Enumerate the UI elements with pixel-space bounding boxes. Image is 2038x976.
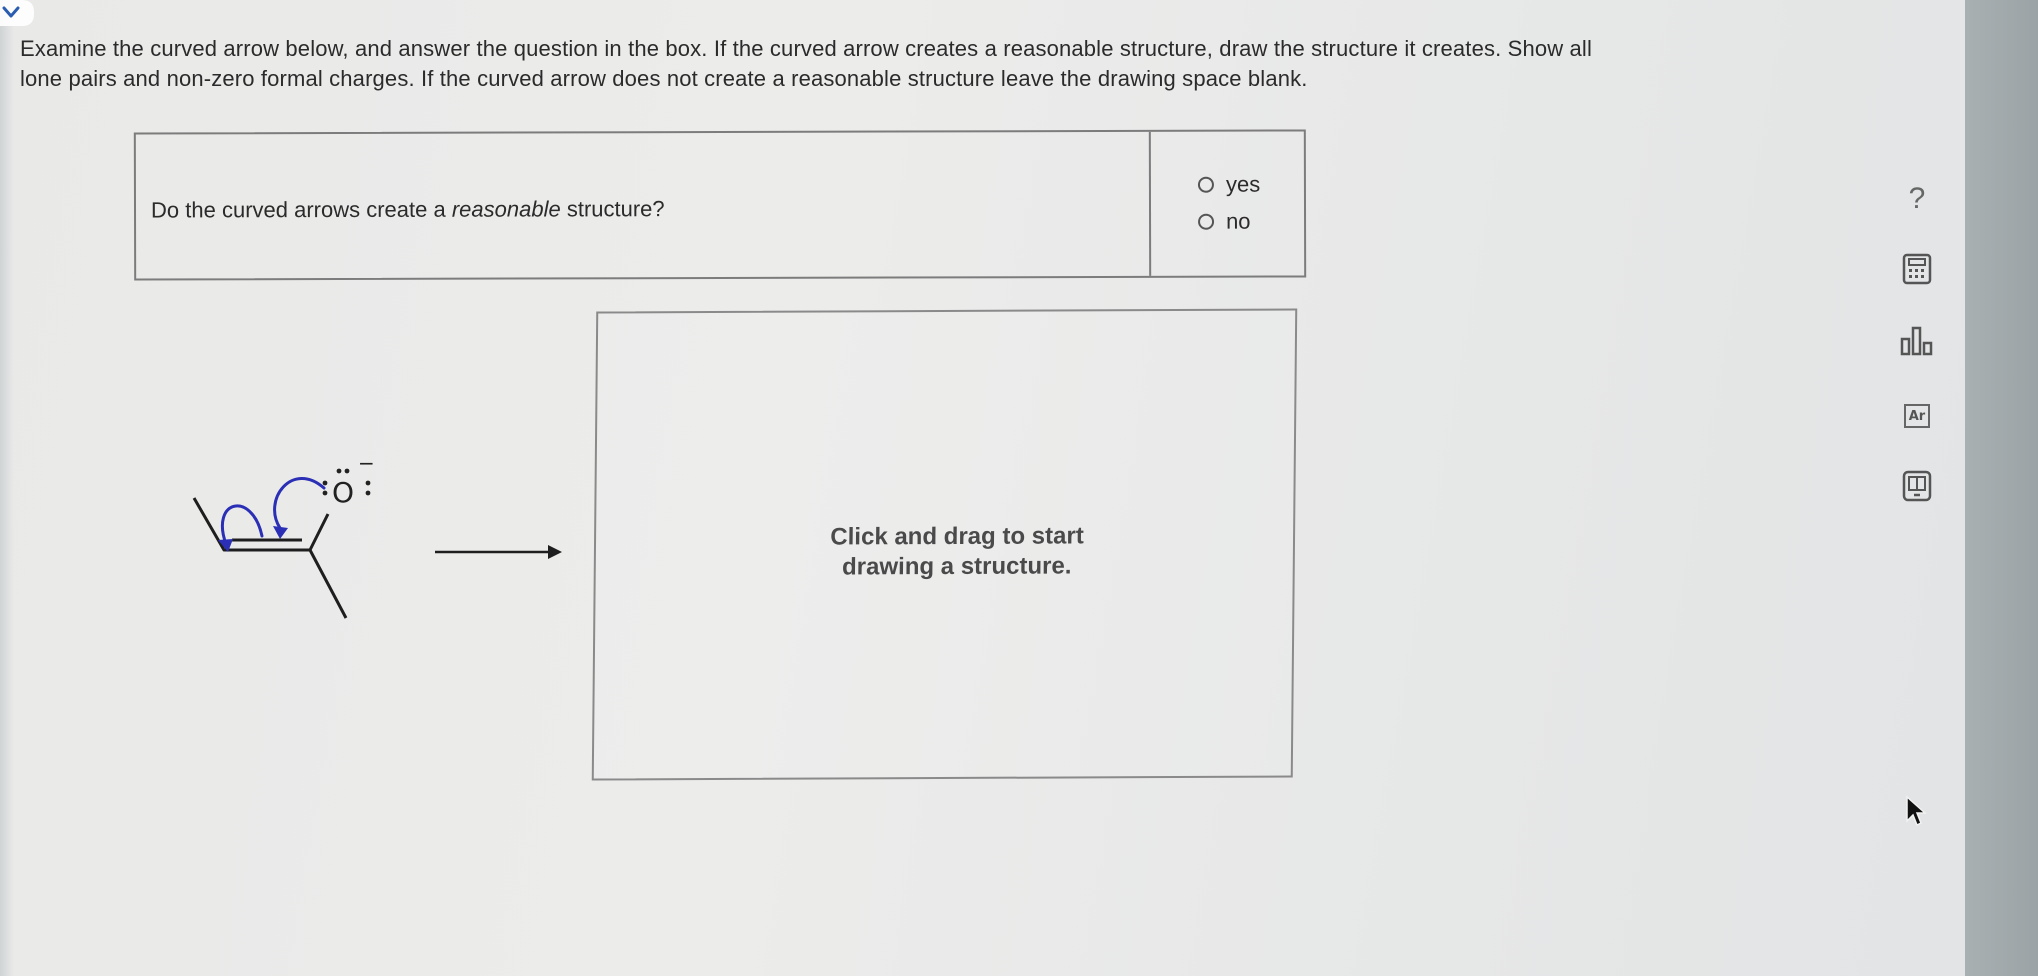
instructions-line-1: Examine the curved arrow below, and answ…	[20, 36, 1592, 61]
left-edge-shadow	[0, 0, 14, 976]
curved-arrow-2	[220, 504, 264, 546]
mouse-pointer-icon	[1905, 795, 1927, 834]
choice-no[interactable]: no	[1198, 209, 1251, 235]
mobile-view-button[interactable]	[1896, 465, 1938, 507]
help-icon: ?	[1908, 182, 1926, 215]
question-text-start: Do the curved arrows create a	[150, 196, 452, 223]
yes-radio[interactable]	[1197, 176, 1214, 193]
drawing-prompt-line-2: drawing a structure.	[841, 552, 1072, 581]
question-box: Do the curved arrows create a reasonable…	[133, 129, 1307, 281]
choice-yes[interactable]: yes	[1197, 171, 1261, 198]
mobile-icon	[1902, 470, 1932, 502]
drawing-prompt-line-1: Click and drag to start	[830, 522, 1084, 551]
no-label: no	[1226, 208, 1251, 234]
drawing-prompt: Click and drag to start drawing a struct…	[792, 521, 1123, 582]
data-chart-button[interactable]	[1896, 320, 1938, 362]
help-button[interactable]: ?	[1896, 178, 1938, 220]
calculator-button[interactable]	[1896, 248, 1938, 290]
curved-arrow-1	[273, 477, 326, 530]
question-text-emphasis: reasonable	[451, 196, 561, 222]
oxygen-atom: O	[332, 476, 354, 509]
reaction-arrow	[430, 540, 566, 569]
no-radio[interactable]	[1198, 213, 1215, 230]
page: Examine the curved arrow below, and answ…	[0, 0, 1965, 976]
formal-charge: −	[358, 451, 375, 475]
c-o-bond	[308, 513, 330, 551]
yes-label: yes	[1225, 171, 1261, 197]
instructions: Examine the curved arrow below, and answ…	[20, 34, 1860, 94]
bar-chart-icon	[1900, 326, 1933, 356]
structure-drawing-area[interactable]: Click and drag to start drawing a struct…	[591, 308, 1298, 781]
instructions-line-2: lone pairs and non-zero formal charges. …	[20, 66, 1308, 91]
carbon-skeleton	[192, 497, 348, 619]
periodic-table-button[interactable]: Ar	[1896, 395, 1938, 437]
periodic-table-icon: Ar	[1904, 404, 1930, 428]
calculator-icon	[1902, 253, 1932, 285]
question-text: Do the curved arrows create a reasonable…	[151, 196, 665, 223]
right-edge-shadow	[1965, 0, 2038, 976]
molecule-structure: O −	[180, 440, 400, 635]
chevron-down-icon[interactable]	[0, 0, 40, 34]
choice-divider	[1148, 131, 1152, 276]
question-text-end: structure?	[560, 196, 665, 222]
